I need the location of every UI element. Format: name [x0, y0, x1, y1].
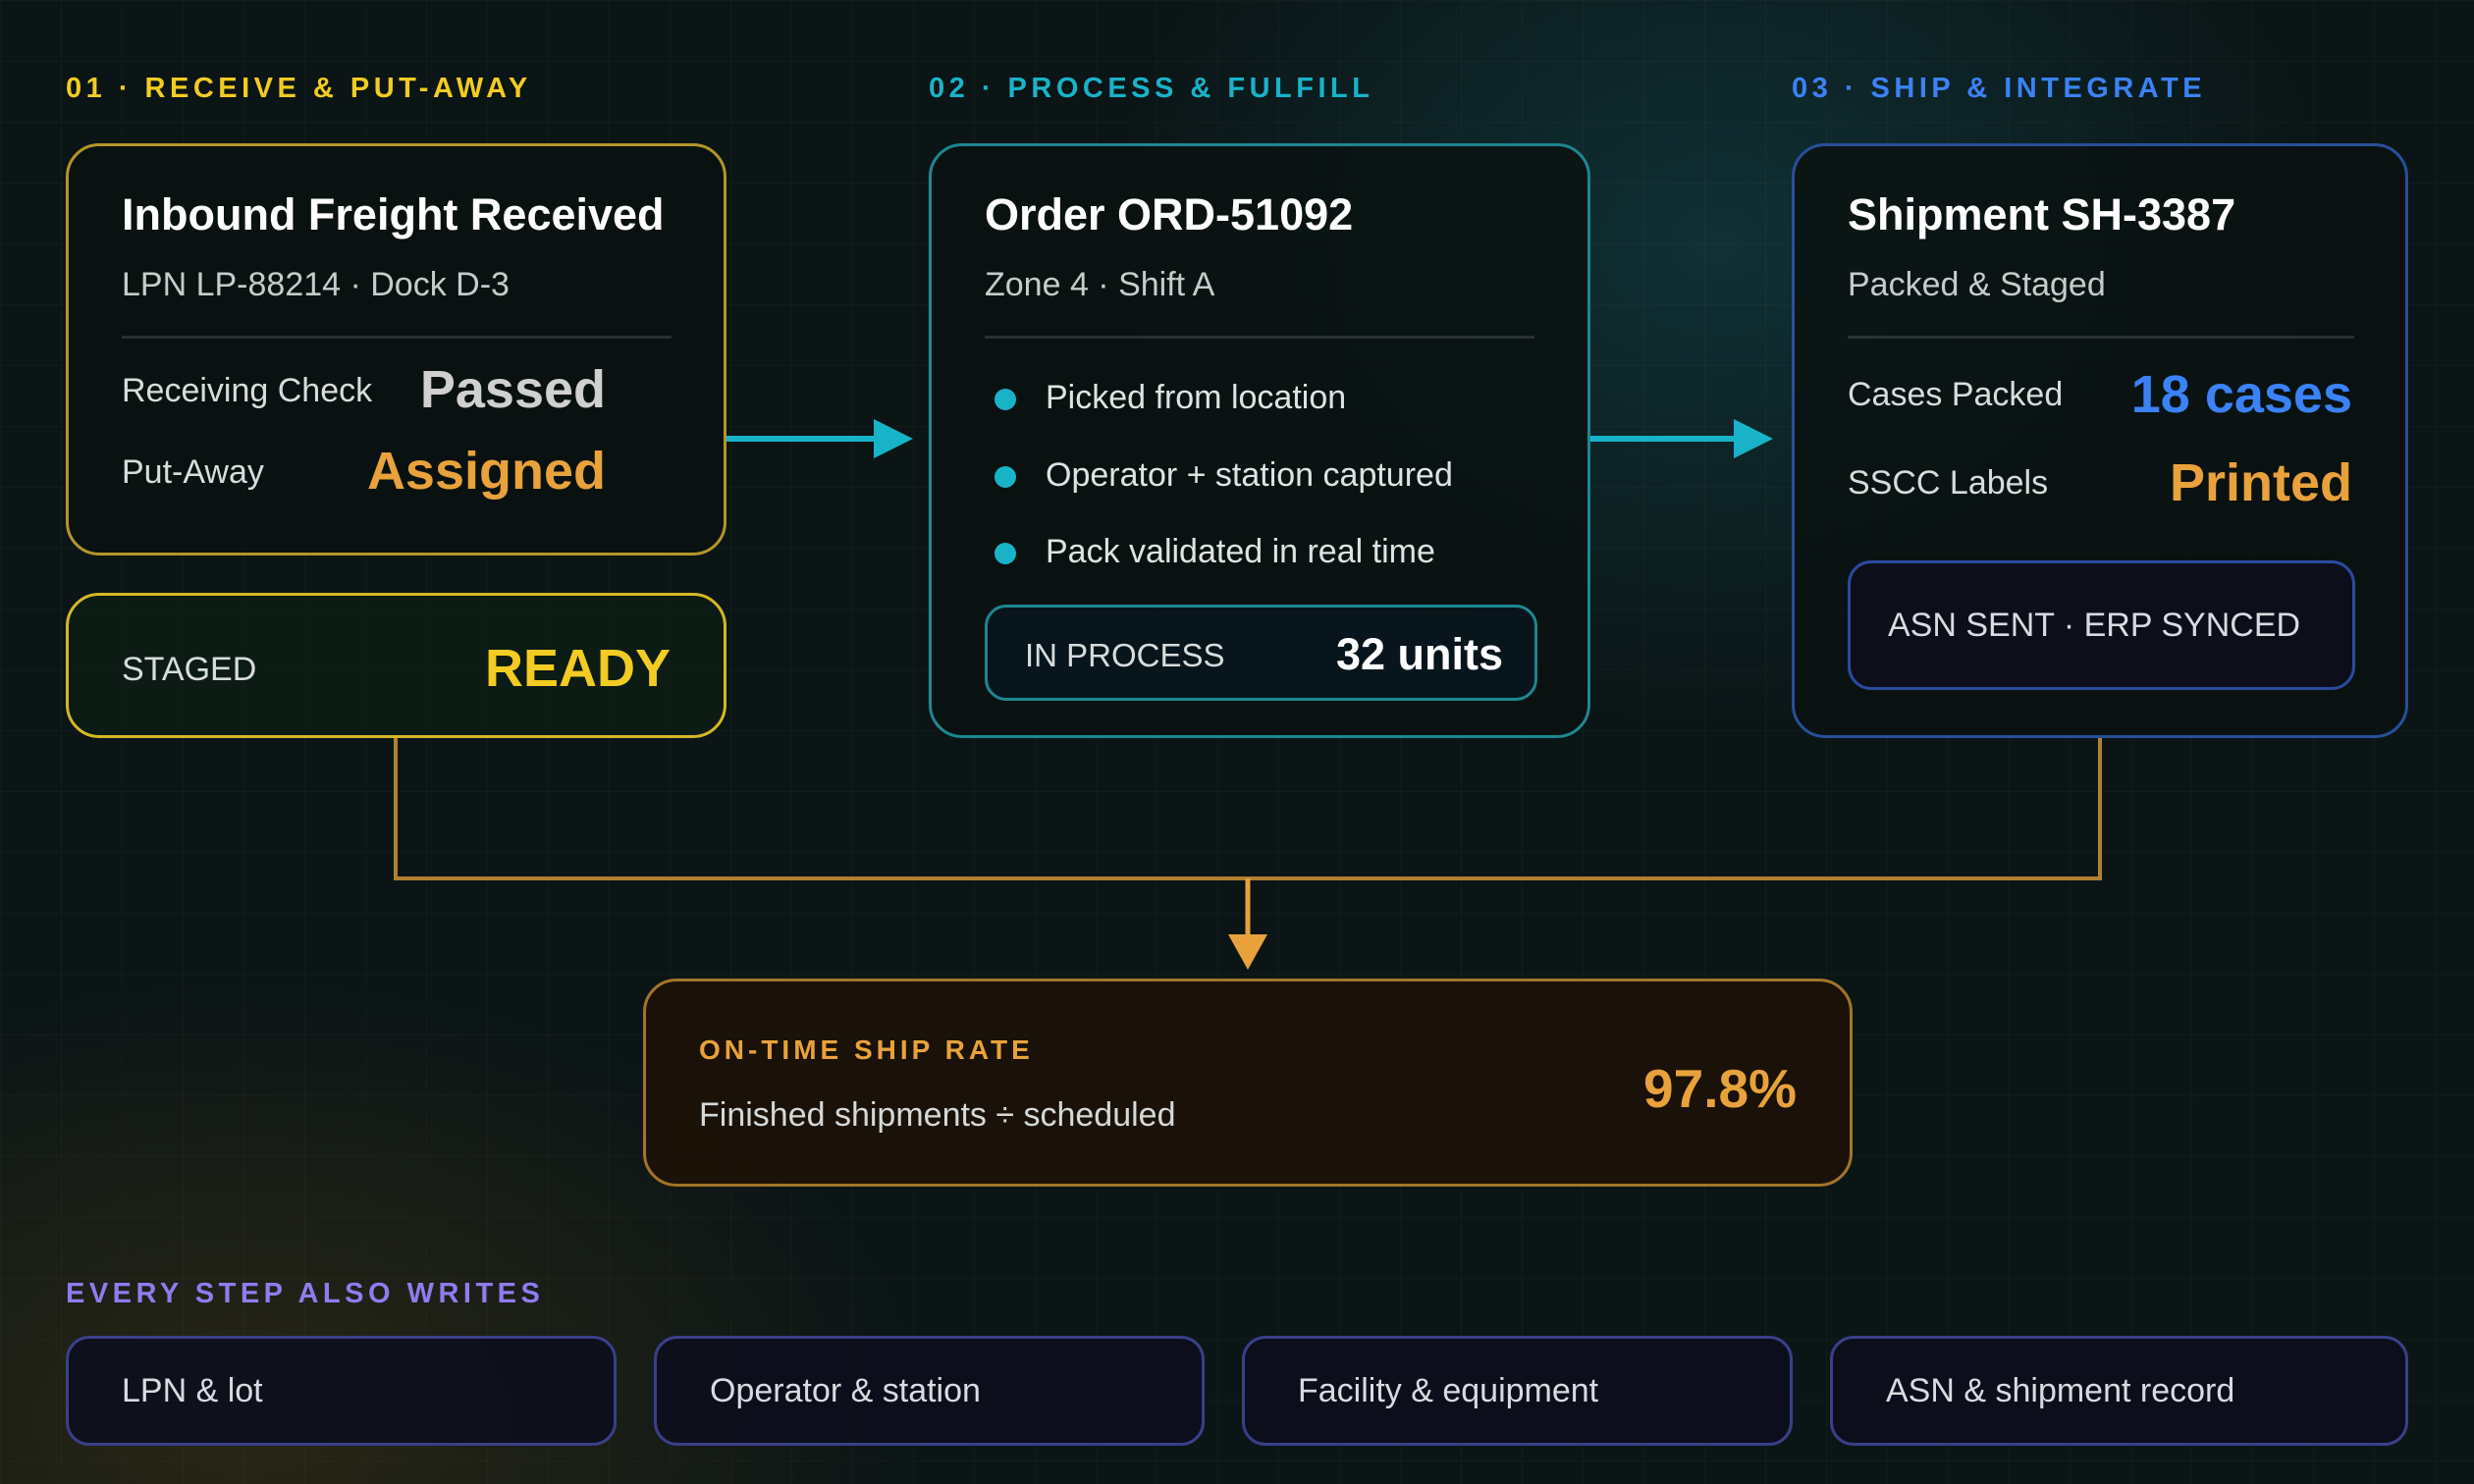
- divider: [122, 336, 672, 339]
- bullet-dot: [995, 543, 1016, 564]
- process-card: Order ORD-51092 Zone 4 · Shift A Picked …: [929, 143, 1590, 738]
- metric-value: 97.8%: [1643, 1058, 1797, 1119]
- cases-packed-value: 18 cases: [2130, 365, 2352, 424]
- in-process-box: IN PROCESS 32 units: [985, 605, 1537, 701]
- writes-item-facility-equipment: Facility & equipment: [1242, 1336, 1793, 1446]
- writes-heading: EVERY STEP ALSO WRITES: [66, 1278, 545, 1309]
- bullet-dot: [995, 389, 1016, 410]
- staged-card: STAGED READY: [66, 593, 726, 738]
- receiving-check-value: Passed: [419, 360, 606, 419]
- bullet-dot: [995, 466, 1016, 488]
- in-process-units: 32 units: [1335, 629, 1503, 679]
- phase-label-receive: 01 · RECEIVE & PUT-AWAY: [66, 73, 532, 104]
- divider: [1848, 336, 2354, 339]
- receiving-check-label: Receiving Check: [122, 372, 373, 409]
- writes-item-lpn-lot: LPN & lot: [66, 1336, 617, 1446]
- sscc-labels-value: Printed: [2169, 453, 2352, 512]
- ship-title: Shipment SH-3387: [1848, 189, 2236, 239]
- receive-title: Inbound Freight Received: [122, 189, 665, 239]
- in-process-label: IN PROCESS: [1025, 637, 1225, 673]
- divider: [985, 336, 1534, 339]
- arrowhead-receive-to-process: [874, 419, 913, 458]
- staged-label: STAGED: [122, 651, 257, 688]
- phase-label-process: 02 · PROCESS & FULFILL: [929, 73, 1374, 104]
- put-away-value: Assigned: [366, 442, 606, 501]
- ship-subtitle: Packed & Staged: [1848, 266, 2106, 303]
- bullet-operator: Operator + station captured: [1046, 456, 1453, 494]
- put-away-label: Put-Away: [122, 453, 264, 491]
- phase-label-ship: 03 · SHIP & INTEGRATE: [1792, 73, 2207, 104]
- metric-label: ON-TIME SHIP RATE: [699, 1034, 1034, 1065]
- receive-card: Inbound Freight Received LPN LP-88214 · …: [66, 143, 726, 556]
- sscc-labels-label: SSCC Labels: [1848, 464, 2049, 502]
- feed-arrowhead: [1228, 934, 1267, 970]
- staged-value: READY: [484, 639, 671, 698]
- bullet-picked: Picked from location: [1046, 379, 1347, 416]
- writes-item-operator-station: Operator & station: [654, 1336, 1205, 1446]
- receive-subtitle: LPN LP-88214 · Dock D-3: [122, 266, 510, 303]
- arrowhead-process-to-ship: [1734, 419, 1773, 458]
- on-time-ship-rate-card: ON-TIME SHIP RATE Finished shipments ÷ s…: [643, 979, 1853, 1187]
- asn-erp-tag: ASN SENT · ERP SYNCED: [1848, 560, 2355, 690]
- process-subtitle: Zone 4 · Shift A: [985, 266, 1215, 303]
- process-title: Order ORD-51092: [985, 189, 1354, 239]
- ship-card: Shipment SH-3387 Packed & Staged Cases P…: [1792, 143, 2408, 738]
- metric-formula: Finished shipments ÷ scheduled: [699, 1096, 1176, 1134]
- feed-line: [394, 738, 2102, 880]
- bullet-pack-validated: Pack validated in real time: [1046, 533, 1435, 570]
- writes-item-asn-shipment-record: ASN & shipment record: [1830, 1336, 2408, 1446]
- cases-packed-label: Cases Packed: [1848, 376, 2064, 413]
